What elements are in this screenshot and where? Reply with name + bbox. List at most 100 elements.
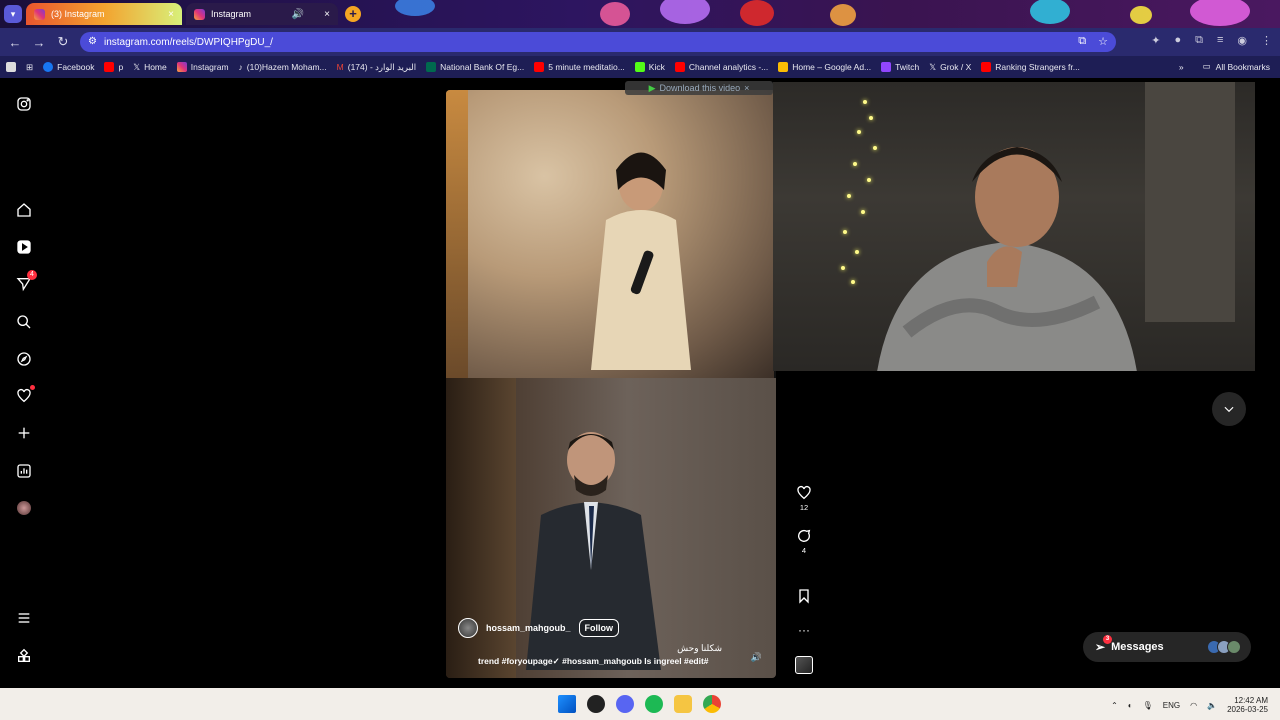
- extensions-puzzle-icon[interactable]: ⧉: [1195, 34, 1203, 47]
- download-video-button[interactable]: ▶ Download this video ×: [625, 81, 773, 95]
- bookmark-item[interactable]: Facebook: [43, 62, 94, 72]
- save-button[interactable]: [793, 588, 815, 606]
- bookmark-item[interactable]: Channel analytics -...: [674, 62, 768, 72]
- extension-circle-icon[interactable]: ●: [1174, 34, 1181, 47]
- bookmark-label: Instagram: [190, 62, 229, 72]
- more-menu-icon[interactable]: [14, 608, 34, 628]
- microphone-icon[interactable]: 🎙: [1143, 701, 1153, 710]
- language-indicator[interactable]: ENG: [1163, 701, 1180, 710]
- chrome-icon[interactable]: [703, 695, 721, 713]
- dashboard-icon[interactable]: [14, 461, 34, 481]
- bookmark-star-icon[interactable]: ☆: [1098, 35, 1108, 48]
- bookmark-label: Facebook: [57, 62, 95, 72]
- also-from-meta-icon[interactable]: [14, 646, 34, 666]
- bookmark-item[interactable]: Home – Google Ad...: [778, 62, 871, 72]
- next-reel-button[interactable]: [1212, 392, 1246, 426]
- app-icon[interactable]: [587, 695, 605, 713]
- bookmark-label: (174) - البريد الوارد: [347, 61, 417, 72]
- speaker-icon[interactable]: 🔊: [292, 9, 304, 20]
- webcam-overlay: [773, 82, 1255, 371]
- address-bar[interactable]: ⚙ instagram.com/reels/DWPIQHPgDU_/ ⧉ ☆: [80, 32, 1116, 52]
- follow-button[interactable]: Follow: [578, 619, 620, 637]
- profile-avatar[interactable]: [14, 498, 34, 518]
- bookmark-item[interactable]: Kick: [634, 62, 665, 72]
- messages-nav-icon[interactable]: 4: [14, 270, 37, 294]
- discord-icon[interactable]: [616, 695, 634, 713]
- webcam-person-figure: [877, 147, 1137, 371]
- sidebar-toggle-icon[interactable]: [6, 62, 16, 72]
- author-avatar[interactable]: [458, 618, 478, 638]
- messages-button[interactable]: ➢ 3 Messages: [1083, 632, 1251, 662]
- reel-video[interactable]: [446, 90, 776, 678]
- all-bookmarks-label: All Bookmarks: [1215, 61, 1270, 72]
- windows-start-icon[interactable]: [558, 695, 576, 713]
- bookmark-item[interactable]: 𝕏 Home: [133, 62, 167, 73]
- more-options-icon[interactable]: ···: [793, 623, 815, 637]
- message-avatars: [1207, 640, 1241, 654]
- notification-dot: [30, 385, 35, 390]
- bookmark-item[interactable]: Ranking Strangers fr...: [981, 62, 1080, 72]
- reload-icon[interactable]: ↻: [51, 34, 75, 50]
- profile-avatar-icon[interactable]: ◉: [1237, 34, 1247, 47]
- apps-grid-icon[interactable]: ⊞: [26, 62, 33, 73]
- close-icon[interactable]: ×: [744, 83, 749, 93]
- spotify-icon[interactable]: [645, 695, 663, 713]
- author-username[interactable]: hossam_mahgoub_: [486, 623, 571, 633]
- bookmark-item[interactable]: 5 minute meditatio...: [534, 62, 625, 72]
- system-tray: ⌃ ◐ 🎙 ENG ◠ 🔈 12:42 AM 2026-03-25: [1111, 696, 1268, 714]
- file-explorer-icon[interactable]: [674, 695, 692, 713]
- back-icon[interactable]: ←: [3, 35, 27, 50]
- author-row: hossam_mahgoub_ Follow: [458, 618, 620, 638]
- bookmark-favicon-icon: [43, 62, 54, 72]
- tab-instagram-active[interactable]: (3) Instagram ×: [26, 3, 182, 25]
- bookmark-item[interactable]: 𝕏 Grok / X: [929, 62, 971, 73]
- taskbar-apps: [558, 695, 721, 713]
- explore-icon[interactable]: [14, 349, 34, 369]
- bookmark-label: Ranking Strangers fr...: [995, 62, 1080, 72]
- reels-icon[interactable]: [14, 237, 34, 257]
- wifi-icon[interactable]: ◠: [1190, 701, 1197, 710]
- like-button[interactable]: 12: [793, 485, 815, 512]
- audio-thumbnail[interactable]: [795, 656, 813, 674]
- comment-button[interactable]: 4: [793, 528, 815, 555]
- youtube-icon: [674, 62, 685, 72]
- site-info-icon[interactable]: ⚙: [88, 36, 97, 47]
- create-icon[interactable]: [14, 423, 34, 443]
- search-icon[interactable]: [14, 312, 34, 332]
- tab-instagram[interactable]: Instagram 🔊 ×: [186, 3, 338, 25]
- instagram-logo-icon[interactable]: [14, 94, 34, 114]
- new-tab-button[interactable]: +: [345, 6, 361, 22]
- notifications-icon[interactable]: [14, 385, 35, 406]
- bookmark-item[interactable]: Twitch: [881, 62, 919, 72]
- instagram-page: 4 ▶ Download this video × hossam_mahgoub…: [0, 78, 1280, 688]
- clock-date: 2026-03-25: [1227, 705, 1268, 714]
- bookmark-item[interactable]: M (174) - البريد الوارد: [337, 62, 417, 73]
- comment-count: 4: [801, 546, 807, 555]
- tray-app-icon[interactable]: ◐: [1128, 701, 1133, 710]
- forward-icon[interactable]: →: [27, 35, 51, 50]
- home-icon[interactable]: [14, 200, 34, 220]
- bookmark-item[interactable]: National Bank Of Eg...: [426, 62, 524, 72]
- bookmark-item[interactable]: ♪ (10)Hazem Moham...: [239, 62, 327, 72]
- bookmark-item[interactable]: p: [104, 62, 123, 72]
- media-controls-icon[interactable]: ≡: [1217, 34, 1223, 47]
- volume-icon[interactable]: 🔊: [751, 652, 762, 663]
- theme-decoration: [600, 2, 630, 26]
- extension-pin-icon[interactable]: ✦: [1151, 34, 1160, 47]
- chevron-up-icon[interactable]: ⌃: [1111, 701, 1118, 710]
- close-tab-icon[interactable]: ×: [324, 9, 330, 20]
- bookmark-item[interactable]: Instagram: [176, 62, 229, 72]
- install-app-icon[interactable]: ⧉: [1078, 35, 1086, 48]
- tab-title: Instagram: [211, 9, 252, 19]
- instagram-favicon-icon: [194, 8, 205, 20]
- browser-menu-icon[interactable]: ⋮: [1261, 34, 1272, 47]
- bookmark-label: Twitch: [895, 62, 920, 72]
- instagram-favicon-icon: [34, 8, 45, 20]
- volume-icon[interactable]: 🔈: [1207, 701, 1217, 710]
- tab-search-button[interactable]: ▾: [4, 5, 22, 23]
- clock[interactable]: 12:42 AM 2026-03-25: [1227, 696, 1268, 714]
- all-bookmarks-button[interactable]: » ▭ All Bookmarks: [1179, 61, 1270, 72]
- like-count: 12: [799, 503, 809, 512]
- caption-hashtags[interactable]: trend #foryoupage✓ #hossam_mahgoub Is in…: [478, 656, 709, 667]
- close-tab-icon[interactable]: ×: [168, 9, 174, 20]
